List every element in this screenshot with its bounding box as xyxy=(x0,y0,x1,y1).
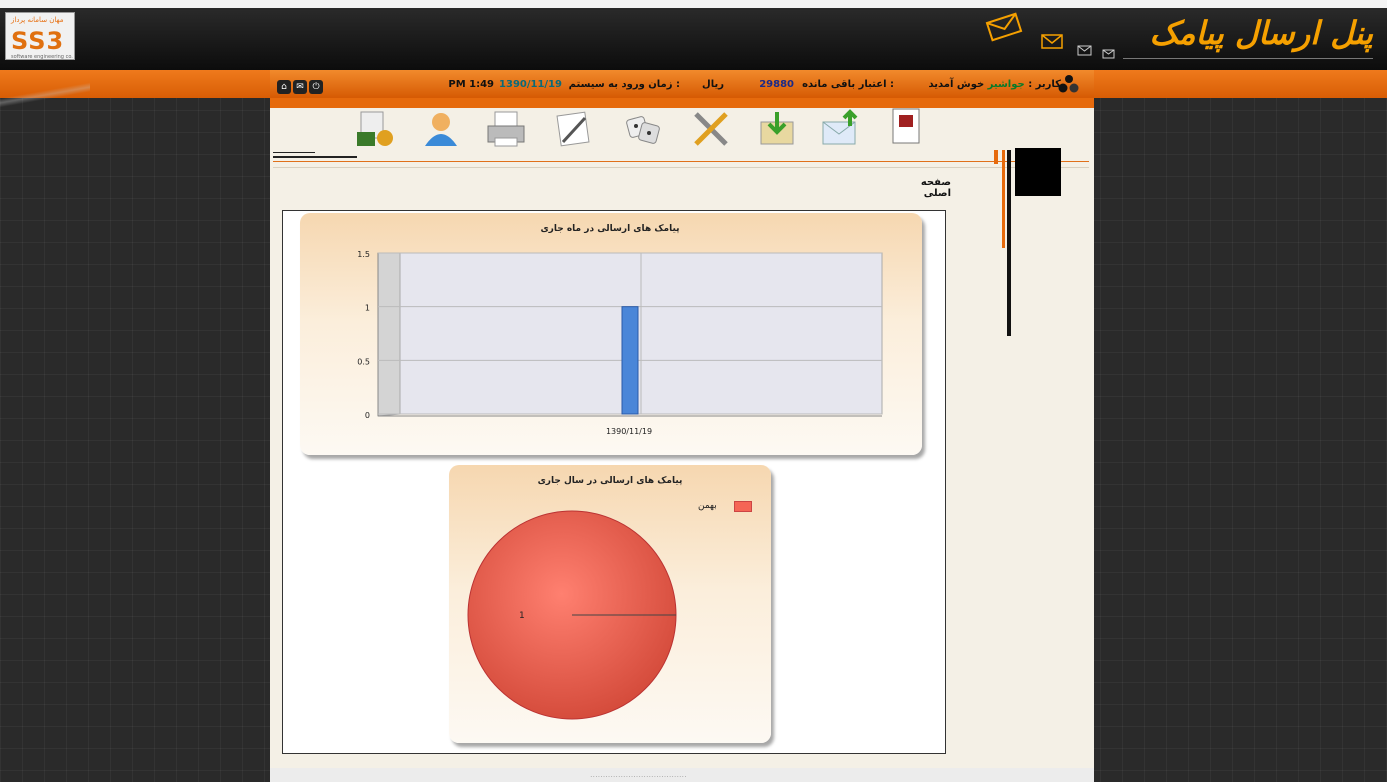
footer: ...................................... xyxy=(270,768,1094,782)
inbox-icon[interactable] xyxy=(756,108,798,150)
separator xyxy=(273,161,1089,162)
toolbar-underline xyxy=(273,152,315,153)
user-info: کاربر : جواشیر خوش آمدید xyxy=(929,79,1062,90)
logo-line: software engineering co. xyxy=(11,54,73,60)
credit-value: 29880 xyxy=(759,79,794,90)
phonebook-icon[interactable] xyxy=(885,105,927,147)
logo-subtitle: مهان سامانه پرداز xyxy=(11,16,64,24)
side-decoration xyxy=(994,150,998,164)
side-decoration xyxy=(1015,148,1061,196)
welcome-text: خوش آمدید xyxy=(928,79,985,90)
envelope-small-icon xyxy=(1041,34,1063,49)
currency-label: ریال xyxy=(702,79,724,90)
separator xyxy=(273,167,1089,168)
side-decoration xyxy=(1002,150,1005,248)
breadcrumb[interactable]: صفحه اصلی xyxy=(895,177,951,199)
compose-icon[interactable] xyxy=(553,108,595,150)
credit-label: اعتبار باقی مانده : xyxy=(802,79,894,90)
pie-chart: 1 xyxy=(467,510,677,720)
envelope-tiny-icon xyxy=(1102,49,1115,59)
footer-text: ...................................... xyxy=(590,770,687,779)
user-icon[interactable] xyxy=(420,108,462,150)
tools-icon[interactable] xyxy=(690,108,732,150)
send-mail-icon[interactable] xyxy=(820,108,862,150)
x-tick-label: 1390/11/19 xyxy=(606,427,652,436)
logo-mark: SS3 xyxy=(11,27,65,55)
brand-underline xyxy=(1123,58,1373,59)
report-money-icon[interactable] xyxy=(355,108,397,150)
home-icon[interactable]: ⌂ xyxy=(277,80,291,94)
login-label: زمان ورود به سیستم : xyxy=(568,79,680,90)
exit-icon[interactable]: ⏻ xyxy=(309,80,323,94)
company-logo[interactable]: مهان سامانه پرداز SS3 software engineeri… xyxy=(5,12,75,60)
decorative-swoosh xyxy=(0,80,90,110)
y-tick-label: 1.5 xyxy=(357,250,370,259)
envelope-tiny-icon xyxy=(1077,45,1092,56)
info-bar: کاربر : جواشیر خوش آمدید اعتبار باقی مان… xyxy=(270,70,1094,98)
plot-side-wall xyxy=(377,252,401,417)
brand-title: پنل ارسال پیامک xyxy=(1149,14,1373,52)
login-date: 1390/11/19 xyxy=(499,79,562,90)
toolbar-strip xyxy=(270,98,1094,108)
message-icon[interactable]: ✉ xyxy=(293,80,307,94)
legend-label: بهمن xyxy=(698,501,717,511)
user-avatar-icon xyxy=(1058,75,1079,93)
user-label: کاربر : xyxy=(1028,79,1061,90)
pie-legend: بهمن xyxy=(698,501,752,512)
printer-icon[interactable] xyxy=(485,108,527,150)
login-time: PM 1:49 xyxy=(448,79,494,90)
bar-chart: 0 0.5 1 1.5 1390/11/19 xyxy=(357,250,883,436)
y-tick-label: 0.5 xyxy=(357,357,370,366)
bar-chart-title: پیامک های ارسالی در ماه جاری xyxy=(540,224,680,234)
pie-chart-title: پیامک های ارسالی در سال جاری xyxy=(537,476,683,486)
side-decoration xyxy=(1007,150,1011,336)
y-tick-label: 0 xyxy=(365,411,370,420)
dice-icon[interactable] xyxy=(622,108,664,150)
user-name[interactable]: جواشیر xyxy=(988,79,1025,90)
header-shine xyxy=(0,0,1387,8)
envelope-icon xyxy=(985,12,1023,42)
quick-icons: ⌂ ✉ ⏻ xyxy=(277,74,325,94)
bar xyxy=(621,306,639,415)
legend-swatch xyxy=(734,501,752,512)
y-tick-label: 1 xyxy=(365,304,370,313)
slice-label: 1 xyxy=(519,611,525,621)
toolbar-underline xyxy=(273,156,357,158)
